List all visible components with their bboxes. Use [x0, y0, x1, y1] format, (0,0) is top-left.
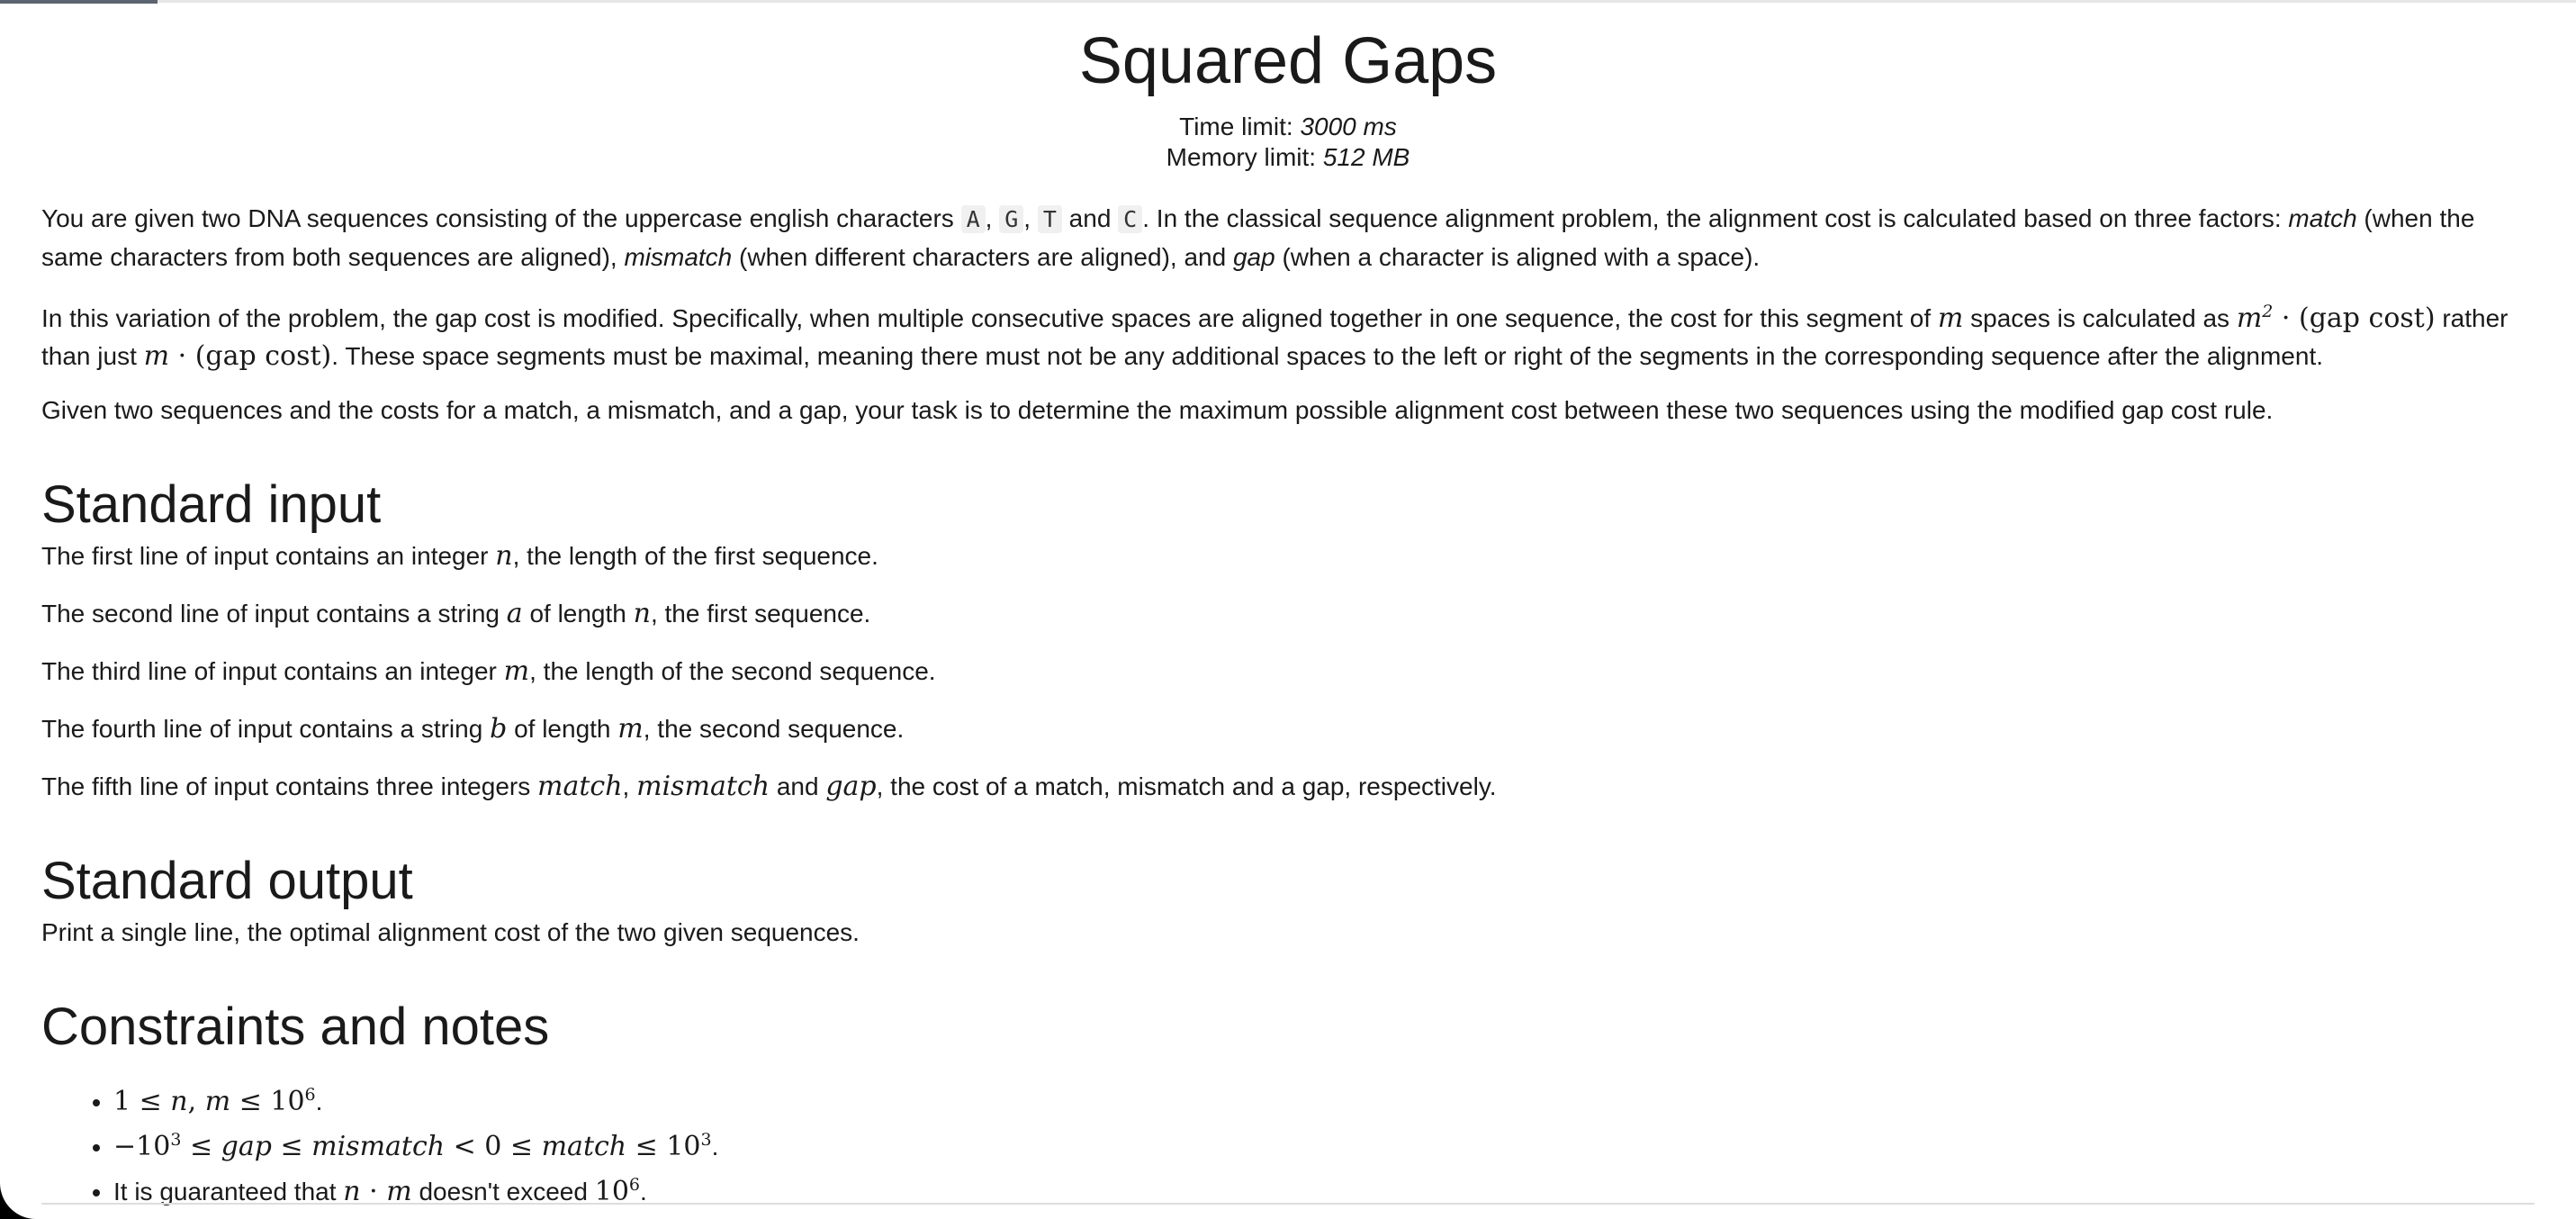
heading-constraints: Constraints and notes: [41, 998, 550, 1056]
input-text: of length: [529, 600, 626, 628]
math-n: n: [633, 598, 651, 629]
math-mismatch: mismatch: [636, 771, 770, 802]
memory-limit-label: Memory limit:: [1166, 143, 1317, 171]
math-a: a: [506, 598, 523, 629]
char-code: T: [1037, 205, 1062, 233]
math-var: gap: [221, 1131, 272, 1162]
input-text: , the second sequence.: [643, 715, 905, 743]
char-code: C: [1118, 205, 1143, 233]
input-text: The first line of input contains an inte…: [41, 542, 489, 570]
input-text: of length: [514, 715, 611, 743]
input-text: , the length of the first sequence.: [512, 542, 878, 570]
math-b: b: [490, 713, 508, 745]
math-m: m: [1937, 302, 1964, 334]
math-var: m: [2236, 302, 2263, 334]
statement-text: spaces is calculated as: [1970, 304, 2230, 332]
term-match: match: [2288, 204, 2357, 232]
time-limit-label: Time limit:: [1179, 113, 1293, 140]
statement-text: (when different characters are aligned),…: [739, 243, 1227, 271]
math-var: m: [204, 1086, 231, 1117]
problem-content: Squared Gaps Time limit: 3000 ms Memory …: [41, 18, 2535, 1211]
char-code: A: [960, 205, 986, 233]
math-m: m: [503, 655, 530, 687]
input-text: The fourth line of input contains a stri…: [41, 715, 483, 743]
input-text: and: [776, 772, 819, 800]
bottom-divider: [41, 1203, 2535, 1205]
input-line-4: The fourth line of input contains a stri…: [41, 710, 2535, 748]
math-match: match: [537, 771, 623, 802]
limits-block: Time limit: 3000 ms Memory limit: 512 MB: [41, 112, 2535, 173]
statement-text: . These space segments must be maximal, …: [331, 342, 2324, 370]
constraints-list: 1 ≤ n, m ≤ 106. −103 ≤ gap ≤ mismatch < …: [41, 1076, 2535, 1211]
math-var: match: [541, 1131, 627, 1162]
problem-title: Squared Gaps: [1078, 25, 1498, 97]
input-text: The second line of input contains a stri…: [41, 600, 500, 628]
input-text: The third line of input contains an inte…: [41, 657, 497, 685]
constraint-2: −103 ≤ gap ≤ mismatch < 0 ≤ match ≤ 103.: [113, 1121, 2535, 1166]
input-line-3: The third line of input contains an inte…: [41, 653, 2535, 691]
constraint-text: It is guaranteed that: [113, 1178, 337, 1205]
time-limit: Time limit: 3000 ms: [41, 112, 2535, 142]
active-tab-indicator[interactable]: [0, 0, 158, 4]
term-mismatch: mismatch: [624, 243, 733, 271]
input-text: The fifth line of input contains three i…: [41, 772, 531, 800]
input-text: , the cost of a match, mismatch and a ga…: [876, 772, 1497, 800]
statement-text: You are given two DNA sequences consisti…: [41, 204, 954, 232]
char-code: G: [999, 205, 1024, 233]
statement-paragraph-2: In this variation of the problem, the ga…: [41, 302, 2508, 372]
math-m: m: [617, 713, 644, 745]
input-line-1: The first line of input contains an inte…: [41, 537, 2535, 575]
statement-text: and: [1068, 204, 1112, 232]
input-text: , the first sequence.: [650, 600, 871, 628]
math-gap-cost: (gap cost): [194, 340, 332, 372]
statement-text: (when a character is aligned with a spac…: [1282, 243, 1761, 271]
math-m-squared: m2: [2236, 302, 2274, 334]
math-gap: gap: [825, 771, 877, 802]
statement-paragraph-1: You are given two DNA sequences consisti…: [41, 204, 2475, 271]
constraint-1: 1 ≤ n, m ≤ 106.: [113, 1076, 2535, 1121]
statement-text: In this variation of the problem, the ga…: [41, 304, 1932, 332]
top-divider: [0, 0, 2576, 3]
math-m: m: [143, 340, 170, 372]
heading-standard-output: Standard output: [41, 852, 413, 910]
time-limit-value: 3000 ms: [1300, 113, 1397, 140]
input-text: , the length of the second sequence.: [529, 657, 936, 685]
term-gap: gap: [1232, 243, 1275, 271]
constraint-text: doesn't exceed: [419, 1178, 588, 1205]
memory-limit: Memory limit: 512 MB: [41, 142, 2535, 173]
statement-paragraph-3: Given two sequences and the costs for a …: [41, 396, 2274, 424]
input-line-5: The fifth line of input contains three i…: [41, 771, 1497, 802]
memory-limit-value: 512 MB: [1322, 143, 1410, 171]
math-var: mismatch: [311, 1131, 446, 1162]
input-line-2: The second line of input contains a stri…: [41, 595, 2535, 633]
statement-text: . In the classical sequence alignment pr…: [1142, 204, 2282, 232]
heading-standard-input: Standard input: [41, 475, 382, 534]
math-n: n: [495, 540, 513, 572]
math-var: n: [170, 1086, 188, 1117]
problem-page: Squared Gaps Time limit: 3000 ms Memory …: [0, 0, 2576, 1219]
output-description: Print a single line, the optimal alignme…: [41, 918, 860, 946]
math-gap-cost: (gap cost): [2299, 302, 2436, 334]
